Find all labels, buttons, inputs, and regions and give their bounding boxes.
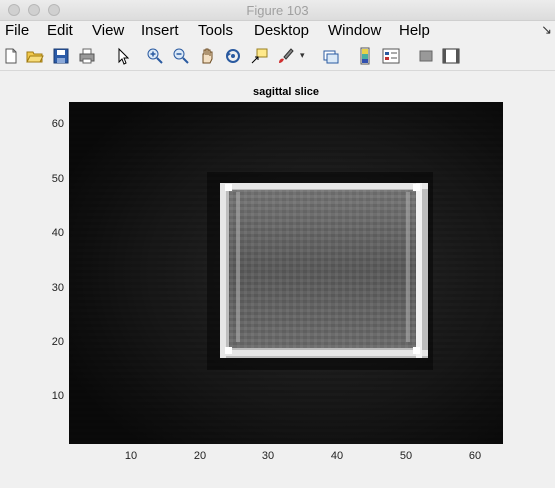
link-plot-icon[interactable] bbox=[322, 47, 340, 65]
x-tick-label: 40 bbox=[330, 450, 344, 462]
image-axes[interactable] bbox=[69, 102, 503, 444]
y-tick-label: 10 bbox=[51, 390, 64, 402]
show-plot-tools-icon[interactable] bbox=[442, 47, 460, 65]
print-icon[interactable] bbox=[78, 47, 96, 65]
x-tick-label: 10 bbox=[124, 450, 138, 462]
insert-legend-icon[interactable] bbox=[382, 47, 400, 65]
save-icon[interactable] bbox=[52, 47, 70, 65]
y-tick-label: 20 bbox=[51, 336, 64, 348]
rotate-3d-icon[interactable] bbox=[224, 47, 242, 65]
title-bar: Figure 103 bbox=[0, 0, 555, 21]
pan-icon[interactable] bbox=[198, 47, 216, 65]
menu-edit[interactable]: Edit bbox=[47, 22, 73, 39]
hide-plot-tools-icon[interactable] bbox=[417, 47, 435, 65]
y-tick-label: 50 bbox=[51, 173, 64, 185]
x-tick-label: 20 bbox=[193, 450, 207, 462]
x-tick-label: 60 bbox=[468, 450, 482, 462]
menu-help[interactable]: Help bbox=[399, 22, 430, 39]
zoom-in-icon[interactable] bbox=[146, 47, 164, 65]
menu-window[interactable]: Window bbox=[328, 22, 381, 39]
menu-view[interactable]: View bbox=[92, 22, 124, 39]
menu-overflow-arrow-icon[interactable]: ↘ bbox=[541, 22, 552, 38]
y-tick-label: 60 bbox=[51, 118, 64, 130]
x-tick-label: 30 bbox=[261, 450, 275, 462]
y-tick-label: 40 bbox=[51, 227, 64, 239]
menu-insert[interactable]: Insert bbox=[141, 22, 179, 39]
open-file-icon[interactable] bbox=[26, 47, 44, 65]
new-figure-icon[interactable] bbox=[2, 47, 20, 65]
slice-image bbox=[69, 102, 503, 444]
brush-icon[interactable] bbox=[276, 47, 294, 65]
menu-tools[interactable]: Tools bbox=[198, 22, 233, 39]
zoom-out-icon[interactable] bbox=[172, 47, 190, 65]
brush-dropdown-arrow-icon[interactable]: ▾ bbox=[300, 50, 305, 61]
figure-toolbar: ▾ bbox=[0, 42, 555, 71]
window-title: Figure 103 bbox=[246, 3, 309, 18]
menu-bar: File Edit View Insert Tools Desktop Wind… bbox=[0, 21, 555, 41]
insert-colorbar-icon[interactable] bbox=[356, 47, 374, 65]
menu-desktop[interactable]: Desktop bbox=[254, 22, 309, 39]
menu-file[interactable]: File bbox=[5, 22, 29, 39]
data-cursor-icon[interactable] bbox=[250, 47, 268, 65]
pointer-icon[interactable] bbox=[114, 47, 132, 65]
x-tick-label: 50 bbox=[399, 450, 413, 462]
plot-title: sagittal slice bbox=[252, 86, 320, 98]
y-tick-label: 30 bbox=[51, 282, 64, 294]
